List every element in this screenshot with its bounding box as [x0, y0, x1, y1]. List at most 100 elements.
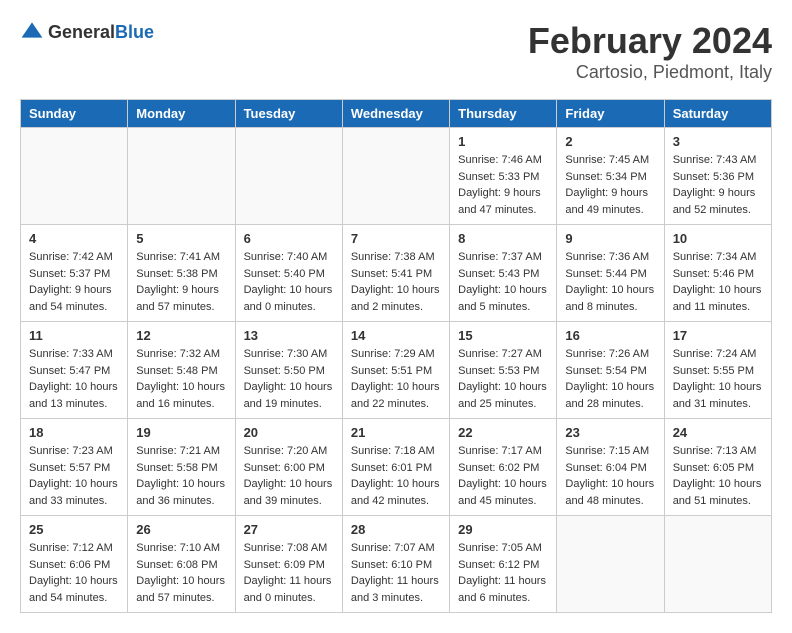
- day-info: Sunrise: 7:24 AMSunset: 5:55 PMDaylight:…: [673, 346, 763, 412]
- day-number: 14: [351, 328, 441, 343]
- calendar-week-row: 18Sunrise: 7:23 AMSunset: 5:57 PMDayligh…: [21, 419, 772, 516]
- day-info: Sunrise: 7:45 AMSunset: 5:34 PMDaylight:…: [565, 152, 655, 218]
- logo-text: GeneralBlue: [48, 22, 154, 43]
- calendar-week-row: 1 Sunrise: 7:46 AMSunset: 5:33 PMDaylight…: [21, 128, 772, 225]
- day-number: 19: [136, 425, 226, 440]
- calendar-cell: [128, 128, 235, 225]
- day-number: 6: [244, 231, 334, 246]
- calendar-cell: 17 Sunrise: 7:24 AMSunset: 5:55 PMDayligh…: [664, 322, 771, 419]
- calendar-cell: 1 Sunrise: 7:46 AMSunset: 5:33 PMDaylight…: [450, 128, 557, 225]
- day-number: 27: [244, 522, 334, 537]
- calendar-cell: [342, 128, 449, 225]
- day-info: Sunrise: 7:46 AMSunset: 5:33 PMDaylight:…: [458, 152, 548, 218]
- day-info: Sunrise: 7:27 AMSunset: 5:53 PMDaylight:…: [458, 346, 548, 412]
- weekday-header-wednesday: Wednesday: [342, 100, 449, 128]
- day-number: 10: [673, 231, 763, 246]
- calendar-cell: 14 Sunrise: 7:29 AMSunset: 5:51 PMDayligh…: [342, 322, 449, 419]
- calendar-cell: 18Sunrise: 7:23 AMSunset: 5:57 PMDayligh…: [21, 419, 128, 516]
- calendar-cell: 12 Sunrise: 7:32 AMSunset: 5:48 PMDayligh…: [128, 322, 235, 419]
- day-info: Sunrise: 7:42 AMSunset: 5:37 PMDaylight:…: [29, 249, 119, 315]
- day-number: 20: [244, 425, 334, 440]
- day-number: 18: [29, 425, 119, 440]
- day-info: Sunrise: 7:20 AMSunset: 6:00 PMDaylight:…: [244, 443, 334, 509]
- calendar-cell: 3 Sunrise: 7:43 AMSunset: 5:36 PMDaylight…: [664, 128, 771, 225]
- day-info: Sunrise: 7:38 AMSunset: 5:41 PMDaylight:…: [351, 249, 441, 315]
- calendar-week-row: 4 Sunrise: 7:42 AMSunset: 5:37 PMDaylight…: [21, 225, 772, 322]
- logo-icon: [20, 20, 44, 44]
- day-number: 13: [244, 328, 334, 343]
- calendar-cell: 5Sunrise: 7:41 AMSunset: 5:38 PMDaylight…: [128, 225, 235, 322]
- calendar-cell: 16 Sunrise: 7:26 AMSunset: 5:54 PMDayligh…: [557, 322, 664, 419]
- day-number: 12: [136, 328, 226, 343]
- calendar-cell: 27Sunrise: 7:08 AMSunset: 6:09 PMDayligh…: [235, 516, 342, 613]
- day-info: Sunrise: 7:40 AMSunset: 5:40 PMDaylight:…: [244, 249, 334, 315]
- calendar-cell: 15 Sunrise: 7:27 AMSunset: 5:53 PMDayligh…: [450, 322, 557, 419]
- day-info: Sunrise: 7:29 AMSunset: 5:51 PMDaylight:…: [351, 346, 441, 412]
- day-info: Sunrise: 7:30 AMSunset: 5:50 PMDaylight:…: [244, 346, 334, 412]
- calendar-cell: [235, 128, 342, 225]
- day-number: 8: [458, 231, 548, 246]
- day-info: Sunrise: 7:37 AMSunset: 5:43 PMDaylight:…: [458, 249, 548, 315]
- day-info: Sunrise: 7:34 AMSunset: 5:46 PMDaylight:…: [673, 249, 763, 315]
- day-info: Sunrise: 7:17 AMSunset: 6:02 PMDaylight:…: [458, 443, 548, 509]
- day-number: 3: [673, 134, 763, 149]
- day-info: Sunrise: 7:13 AMSunset: 6:05 PMDaylight:…: [673, 443, 763, 509]
- page-header: GeneralBlue February 2024 Cartosio, Pied…: [20, 20, 772, 83]
- day-number: 22: [458, 425, 548, 440]
- calendar-cell: 19 Sunrise: 7:21 AMSunset: 5:58 PMDayligh…: [128, 419, 235, 516]
- calendar-cell: 26Sunrise: 7:10 AMSunset: 6:08 PMDayligh…: [128, 516, 235, 613]
- day-info: Sunrise: 7:21 AMSunset: 5:58 PMDaylight:…: [136, 443, 226, 509]
- calendar-cell: 29 Sunrise: 7:05 AMSunset: 6:12 PMDayligh…: [450, 516, 557, 613]
- day-number: 24: [673, 425, 763, 440]
- calendar-cell: 24 Sunrise: 7:13 AMSunset: 6:05 PMDayligh…: [664, 419, 771, 516]
- location-title: Cartosio, Piedmont, Italy: [528, 62, 772, 83]
- day-info: Sunrise: 7:07 AMSunset: 6:10 PMDaylight:…: [351, 540, 441, 606]
- day-number: 23: [565, 425, 655, 440]
- day-number: 11: [29, 328, 119, 343]
- calendar-cell: 7 Sunrise: 7:38 AMSunset: 5:41 PMDaylight…: [342, 225, 449, 322]
- calendar-cell: 2 Sunrise: 7:45 AMSunset: 5:34 PMDaylight…: [557, 128, 664, 225]
- calendar-cell: 6 Sunrise: 7:40 AMSunset: 5:40 PMDaylight…: [235, 225, 342, 322]
- day-info: Sunrise: 7:26 AMSunset: 5:54 PMDaylight:…: [565, 346, 655, 412]
- day-info: Sunrise: 7:10 AMSunset: 6:08 PMDaylight:…: [136, 540, 226, 606]
- day-info: Sunrise: 7:36 AMSunset: 5:44 PMDaylight:…: [565, 249, 655, 315]
- day-number: 4: [29, 231, 119, 246]
- day-number: 17: [673, 328, 763, 343]
- calendar-week-row: 25Sunrise: 7:12 AMSunset: 6:06 PMDayligh…: [21, 516, 772, 613]
- calendar-cell: 4 Sunrise: 7:42 AMSunset: 5:37 PMDaylight…: [21, 225, 128, 322]
- calendar-table: SundayMondayTuesdayWednesdayThursdayFrid…: [20, 99, 772, 613]
- day-number: 2: [565, 134, 655, 149]
- weekday-header-tuesday: Tuesday: [235, 100, 342, 128]
- logo: GeneralBlue: [20, 20, 154, 44]
- day-number: 15: [458, 328, 548, 343]
- calendar-cell: 20 Sunrise: 7:20 AMSunset: 6:00 PMDayligh…: [235, 419, 342, 516]
- weekday-header-sunday: Sunday: [21, 100, 128, 128]
- weekday-header-monday: Monday: [128, 100, 235, 128]
- calendar-cell: 10 Sunrise: 7:34 AMSunset: 5:46 PMDayligh…: [664, 225, 771, 322]
- day-number: 28: [351, 522, 441, 537]
- calendar-cell: 9Sunrise: 7:36 AMSunset: 5:44 PMDaylight…: [557, 225, 664, 322]
- day-number: 25: [29, 522, 119, 537]
- calendar-week-row: 11 Sunrise: 7:33 AMSunset: 5:47 PMDayligh…: [21, 322, 772, 419]
- calendar-cell: 28 Sunrise: 7:07 AMSunset: 6:10 PMDayligh…: [342, 516, 449, 613]
- day-info: Sunrise: 7:05 AMSunset: 6:12 PMDaylight:…: [458, 540, 548, 606]
- day-info: Sunrise: 7:33 AMSunset: 5:47 PMDaylight:…: [29, 346, 119, 412]
- calendar-cell: [21, 128, 128, 225]
- calendar-cell: 21Sunrise: 7:18 AMSunset: 6:01 PMDayligh…: [342, 419, 449, 516]
- day-info: Sunrise: 7:15 AMSunset: 6:04 PMDaylight:…: [565, 443, 655, 509]
- weekday-header-saturday: Saturday: [664, 100, 771, 128]
- weekday-header-friday: Friday: [557, 100, 664, 128]
- weekday-header-thursday: Thursday: [450, 100, 557, 128]
- day-number: 16: [565, 328, 655, 343]
- month-title: February 2024: [528, 20, 772, 62]
- calendar-cell: [557, 516, 664, 613]
- day-number: 29: [458, 522, 548, 537]
- day-number: 7: [351, 231, 441, 246]
- calendar-cell: 11 Sunrise: 7:33 AMSunset: 5:47 PMDayligh…: [21, 322, 128, 419]
- day-info: Sunrise: 7:43 AMSunset: 5:36 PMDaylight:…: [673, 152, 763, 218]
- calendar-cell: 22 Sunrise: 7:17 AMSunset: 6:02 PMDayligh…: [450, 419, 557, 516]
- calendar-cell: 23 Sunrise: 7:15 AMSunset: 6:04 PMDayligh…: [557, 419, 664, 516]
- day-number: 1: [458, 134, 548, 149]
- calendar-cell: 25Sunrise: 7:12 AMSunset: 6:06 PMDayligh…: [21, 516, 128, 613]
- day-info: Sunrise: 7:32 AMSunset: 5:48 PMDaylight:…: [136, 346, 226, 412]
